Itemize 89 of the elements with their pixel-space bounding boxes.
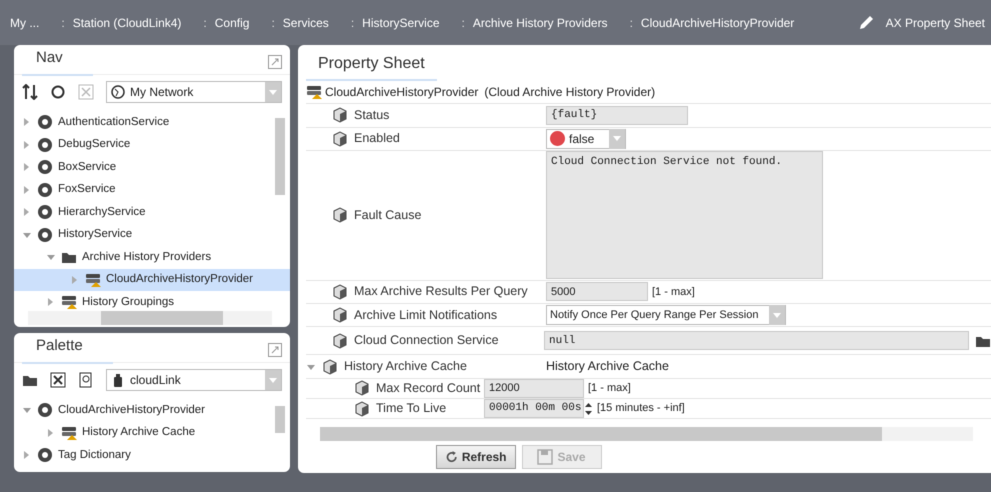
maximize-icon[interactable]: [268, 342, 282, 356]
breadcrumb-separator: :: [630, 14, 634, 32]
jar-icon: [111, 373, 125, 387]
range-label: [15 minutes - +inf]: [596, 401, 685, 416]
refresh-button[interactable]: Refresh: [436, 444, 516, 469]
breadcrumb-item[interactable]: My ...: [10, 14, 62, 32]
property-icon: [322, 358, 338, 375]
tree-label: History Groupings: [82, 294, 174, 310]
range-label: [1 - max]: [587, 381, 631, 396]
status-field: {fault}: [546, 106, 688, 125]
property-icon: [332, 107, 348, 124]
save-icon: [537, 448, 554, 465]
sort-icon[interactable]: [22, 84, 38, 100]
tree-label: DebugService: [58, 137, 130, 152]
breadcrumb-item[interactable]: Services: [282, 14, 351, 32]
component-type: (Cloud Archive History Provider): [484, 84, 656, 102]
scrollbar[interactable]: [320, 427, 973, 441]
node-icon: [37, 114, 53, 130]
caret-icon: [613, 136, 621, 142]
breadcrumb-separator: :: [61, 14, 66, 32]
node-icon: [37, 204, 53, 220]
property-icon: [332, 332, 348, 349]
view-selector[interactable]: AX Property Sheet: [886, 14, 985, 32]
node-icon: [37, 447, 53, 464]
fault-cause-field: Cloud Connection Service not found.: [546, 151, 823, 280]
group-value: History Archive Cache: [546, 358, 669, 376]
dropdown[interactable]: Notify Once Per Query Range Per Session: [546, 305, 786, 326]
tree-label: BoxService: [58, 160, 116, 175]
dropdown[interactable]: My Network: [106, 81, 282, 103]
breadcrumb-item[interactable]: HistoryService: [362, 14, 462, 32]
caret-icon: [269, 378, 277, 382]
node-icon: [37, 226, 53, 243]
component-name: CloudArchiveHistoryProvider: [325, 84, 478, 102]
caret-icon: [269, 90, 277, 94]
number-field[interactable]: 12000: [484, 378, 584, 398]
property-label: Max Archive Results Per Query: [354, 283, 528, 300]
node-icon: [61, 294, 77, 310]
node-icon: [37, 402, 53, 418]
tree-label: HistoryService: [58, 227, 132, 242]
view-tab[interactable]: Property Sheet: [306, 49, 437, 81]
breadcrumb-separator: :: [203, 14, 208, 32]
component-icon: [306, 84, 322, 100]
time-field[interactable]: 00001h 00m 00s: [484, 399, 584, 418]
node-icon: [37, 182, 53, 198]
tree-label: Archive History Providers: [82, 250, 212, 265]
property-label: Fault Cause: [354, 206, 422, 224]
tree-label: History Archive Cache: [82, 425, 196, 440]
property-label: Cloud Connection Service: [354, 332, 499, 350]
tree-label: Tag Dictionary: [58, 448, 131, 463]
tree-label: CloudArchiveHistoryProvider: [106, 272, 253, 288]
tree-label: CloudArchiveHistoryProvider: [58, 402, 205, 418]
property-label: Archive Limit Notifications: [354, 306, 498, 324]
dropdown[interactable]: cloudLink: [106, 369, 282, 391]
tree-label: FoxService: [58, 182, 116, 198]
scrollbar[interactable]: [28, 311, 272, 325]
breadcrumb-item[interactable]: CloudArchiveHistoryProvider: [640, 14, 816, 32]
property-label: Enabled: [354, 130, 400, 148]
property-label: Time To Live: [376, 400, 446, 418]
pane-title[interactable]: Palette: [22, 335, 113, 364]
pane-title[interactable]: Nav: [22, 47, 93, 76]
range-label: [1 - max]: [651, 284, 695, 300]
breadcrumb-separator: :: [350, 14, 356, 32]
ord-field[interactable]: null: [544, 331, 969, 350]
breadcrumb-item[interactable]: Archive History Providers: [472, 14, 630, 32]
node-icon: [37, 159, 53, 176]
property-label: History Archive Cache: [344, 358, 467, 376]
breadcrumb-separator: :: [271, 14, 276, 32]
breadcrumb-item[interactable]: Config: [214, 14, 272, 32]
property-icon: [332, 130, 348, 147]
property-icon: [332, 207, 348, 224]
breadcrumb-separator: :: [462, 14, 466, 32]
maximize-icon[interactable]: [268, 54, 282, 68]
collapse-arrow-icon[interactable]: [46, 252, 56, 262]
property-label: Status: [354, 107, 390, 124]
tree-label: HierarchyService: [58, 204, 146, 220]
node-icon: [85, 272, 101, 288]
node-icon: [61, 424, 77, 441]
property-label: Max Record Count: [376, 380, 480, 397]
property-icon: [332, 284, 348, 300]
caret-icon: [773, 312, 781, 318]
number-field[interactable]: 5000: [546, 282, 648, 302]
close-icon[interactable]: [50, 372, 66, 388]
breadcrumb-item[interactable]: Station (CloudLink4): [72, 14, 204, 32]
enabled-dropdown[interactable]: false: [546, 128, 626, 149]
tree-label: AuthenticationService: [58, 114, 170, 130]
collapse-arrow-icon[interactable]: [22, 405, 32, 416]
property-icon: [332, 307, 348, 324]
node-icon: [37, 136, 53, 153]
pencil-icon[interactable]: [858, 14, 874, 30]
